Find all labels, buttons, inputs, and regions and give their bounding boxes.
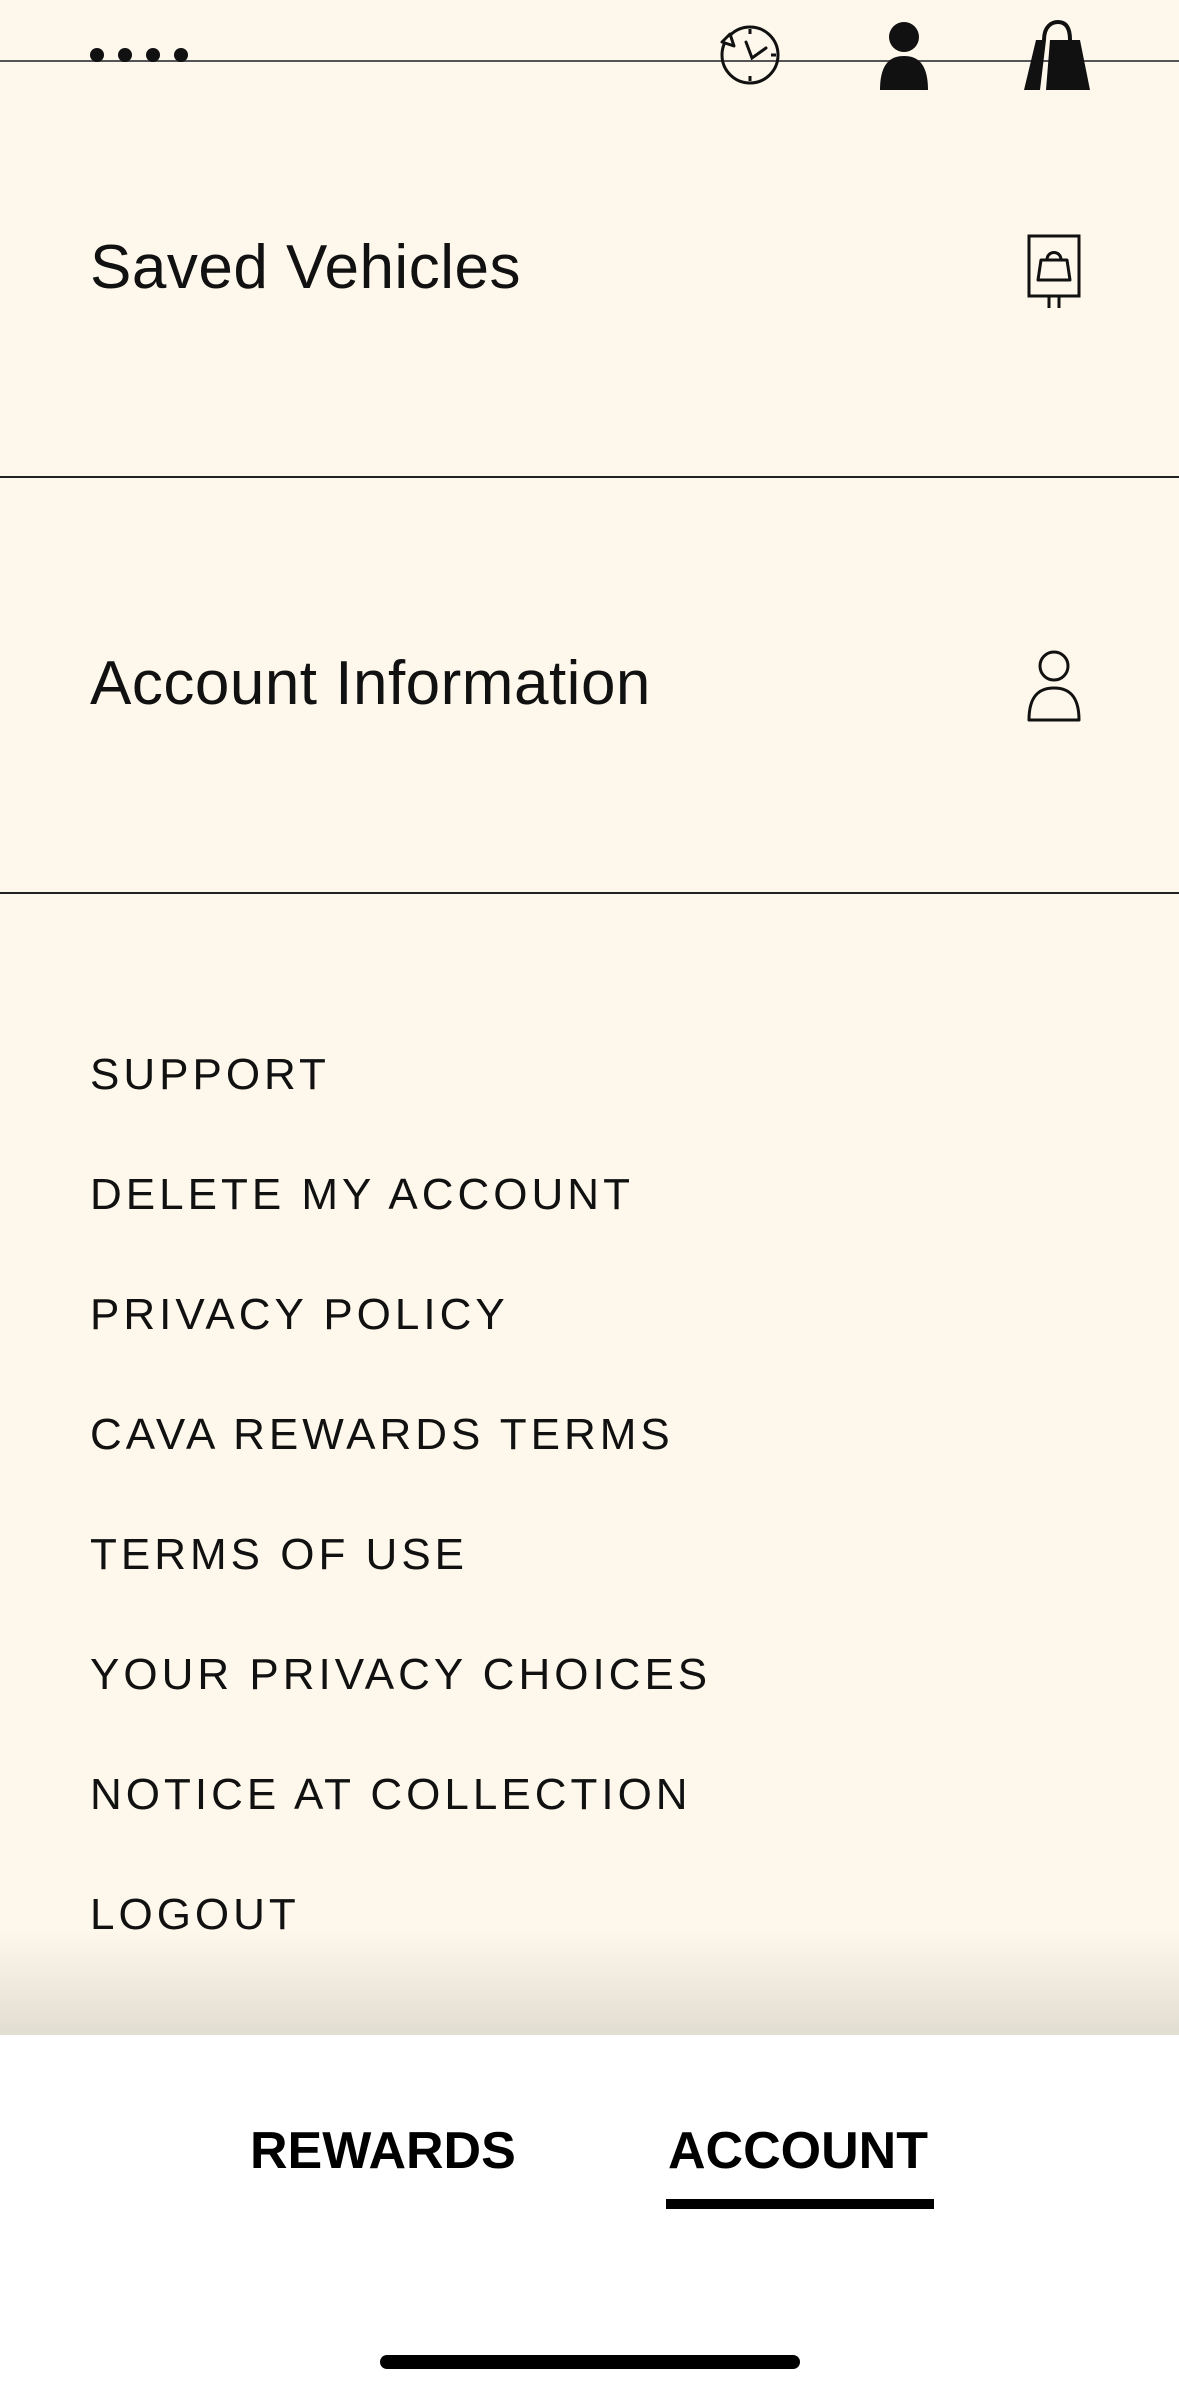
home-indicator[interactable] <box>380 2355 800 2369</box>
privacy-policy-link[interactable]: PRIVACY POLICY <box>90 1255 711 1375</box>
menu-dots-icon[interactable] <box>90 48 188 62</box>
terms-of-use-link[interactable]: TERMS OF USE <box>90 1495 711 1615</box>
support-link[interactable]: SUPPORT <box>90 1015 711 1135</box>
tab-rewards[interactable]: REWARDS <box>250 2121 516 2181</box>
saved-vehicles-label: Saved Vehicles <box>90 233 521 302</box>
your-privacy-choices-link[interactable]: YOUR PRIVACY CHOICES <box>90 1615 711 1735</box>
vehicle-icon <box>1027 234 1081 315</box>
cava-rewards-terms-link[interactable]: CAVA REWARDS TERMS <box>90 1375 711 1495</box>
account-information-row[interactable]: Account Information <box>0 478 1179 894</box>
person-outline-icon <box>1027 650 1081 727</box>
active-tab-indicator <box>666 2199 934 2209</box>
delete-my-account-link[interactable]: DELETE MY ACCOUNT <box>90 1135 711 1255</box>
account-links-list: SUPPORT DELETE MY ACCOUNT PRIVACY POLICY… <box>90 1015 711 1975</box>
saved-vehicles-row[interactable]: Saved Vehicles <box>0 62 1179 478</box>
notice-at-collection-link[interactable]: NOTICE AT COLLECTION <box>90 1735 711 1855</box>
account-information-label: Account Information <box>90 649 651 718</box>
tab-account[interactable]: ACCOUNT <box>668 2121 928 2181</box>
scroll-fade <box>0 1930 1179 2035</box>
bottom-tab-bar: REWARDS ACCOUNT <box>0 2035 1179 2396</box>
